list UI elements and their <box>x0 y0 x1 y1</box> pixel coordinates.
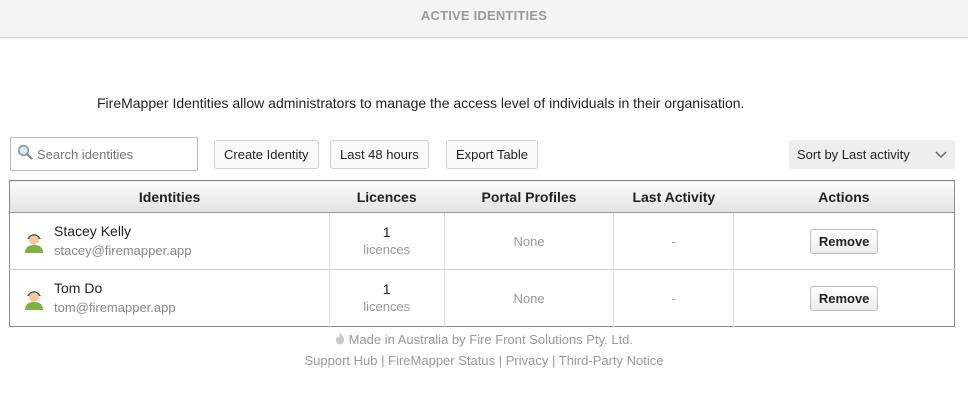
identity-name: Tom Do <box>54 280 103 296</box>
footer-separator: | <box>551 353 556 368</box>
table-row: Tom Do tom@firemapper.app 1 licences Non… <box>9 269 955 327</box>
identity-email: stacey@firemapper.app <box>54 243 192 258</box>
column-header-actions: Actions <box>733 180 955 213</box>
page-title: ACTIVE IDENTITIES <box>420 8 548 23</box>
remove-button[interactable]: Remove <box>809 228 879 254</box>
last-activity-cell: - <box>613 212 734 270</box>
footer-links: Support Hub | FireMapper Status | Privac… <box>0 353 968 368</box>
identity-cell: Stacey Kelly stacey@firemapper.app <box>10 213 330 270</box>
table-header-row: Identities Licences Portal Profiles Last… <box>9 180 955 213</box>
footer-credit: Made in Australia by Fire Front Solution… <box>0 332 968 347</box>
column-header-last-activity[interactable]: Last Activity <box>613 180 734 213</box>
actions-cell: Remove <box>733 212 955 270</box>
intro-text: FireMapper Identities allow administrato… <box>97 95 745 111</box>
remove-button[interactable]: Remove <box>809 285 879 311</box>
made-in-text: Made in Australia by Fire Front Solution… <box>348 332 634 347</box>
flame-icon <box>335 332 349 347</box>
column-header-identities[interactable]: Identities <box>9 180 330 213</box>
support-hub-link[interactable]: Support Hub <box>305 353 378 368</box>
top-bar: ACTIVE IDENTITIES <box>0 0 968 38</box>
last-activity-cell: - <box>613 269 734 327</box>
portal-profiles-cell: None <box>443 269 614 327</box>
actions-cell: Remove <box>733 269 955 327</box>
search-box[interactable] <box>10 137 198 171</box>
footer-separator: | <box>381 353 385 368</box>
identity-cell: Tom Do tom@firemapper.app <box>9 269 330 327</box>
identity-email: tom@firemapper.app <box>54 300 176 315</box>
licence-label: licences <box>363 242 411 257</box>
identity-name: Stacey Kelly <box>54 223 132 239</box>
licence-count: 1 <box>382 281 391 297</box>
export-table-button[interactable]: Export Table <box>446 140 539 169</box>
sort-label: Sort by Last activity <box>797 147 910 162</box>
licence-count: 1 <box>382 224 391 240</box>
footer-separator: | <box>498 353 503 368</box>
search-icon <box>17 144 33 165</box>
column-header-licences[interactable]: Licences <box>329 180 445 213</box>
licences-cell: 1 licences <box>328 269 445 327</box>
third-party-notice-link[interactable]: Third-Party Notice <box>559 353 664 368</box>
create-identity-button[interactable]: Create Identity <box>214 140 319 169</box>
identities-table: Identities Licences Portal Profiles Last… <box>9 180 955 327</box>
user-avatar-icon <box>24 229 44 253</box>
last-48-hours-button[interactable]: Last 48 hours <box>330 140 429 169</box>
portal-profiles-cell: None <box>443 212 614 270</box>
table-row: Stacey Kelly stacey@firemapper.app 1 lic… <box>10 212 955 270</box>
user-avatar-icon <box>24 286 44 310</box>
firemapper-status-link[interactable]: FireMapper Status <box>388 353 495 368</box>
column-header-portal-profiles[interactable]: Portal Profiles <box>444 180 614 213</box>
sort-dropdown[interactable]: Sort by Last activity <box>789 140 955 169</box>
search-input[interactable] <box>37 146 197 162</box>
licences-cell: 1 licences <box>328 212 445 270</box>
licence-label: licences <box>363 299 411 314</box>
chevron-down-icon <box>935 147 947 162</box>
privacy-link[interactable]: Privacy <box>506 353 549 368</box>
